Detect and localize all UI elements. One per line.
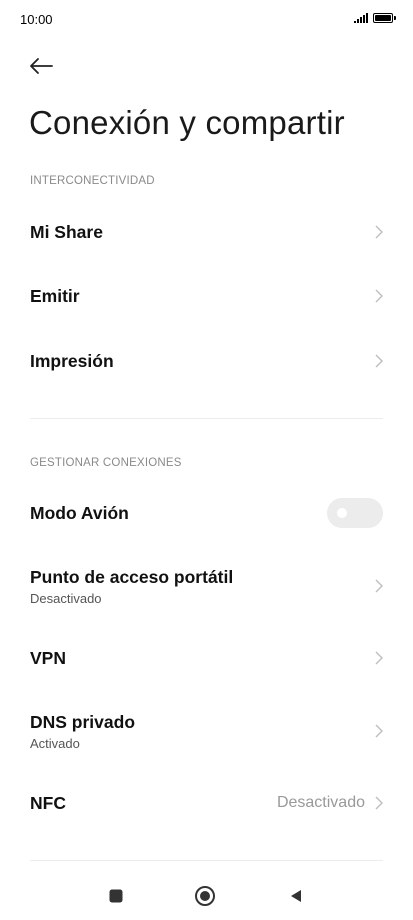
row-airplane-mode[interactable]: Modo Avión bbox=[0, 481, 413, 545]
signal-icon bbox=[354, 13, 368, 23]
chevron-right-icon bbox=[371, 224, 383, 240]
section-header-interconnectivity: INTERCONECTIVIDAD bbox=[30, 175, 155, 187]
chevron-right-icon bbox=[371, 723, 383, 739]
row-label: Impresión bbox=[30, 350, 114, 371]
row-label: VPN bbox=[30, 647, 66, 668]
row-nfc[interactable]: NFC Desactivado bbox=[0, 771, 413, 835]
row-vpn[interactable]: VPN bbox=[0, 626, 413, 690]
square-icon bbox=[109, 889, 123, 903]
chevron-right-icon bbox=[371, 795, 383, 811]
back-button[interactable] bbox=[28, 52, 58, 80]
circle-icon bbox=[195, 886, 215, 906]
battery-icon bbox=[373, 13, 396, 23]
nav-recents-button[interactable] bbox=[104, 884, 128, 908]
row-label: Modo Avión bbox=[30, 502, 129, 523]
nav-home-button[interactable] bbox=[193, 884, 217, 908]
row-label: Punto de acceso portátil bbox=[30, 566, 234, 587]
nav-back-button[interactable] bbox=[284, 884, 308, 908]
row-label: Emitir bbox=[30, 285, 80, 306]
row-label: NFC bbox=[30, 792, 66, 813]
airplane-mode-toggle[interactable] bbox=[327, 498, 383, 528]
chevron-right-icon bbox=[371, 288, 383, 304]
row-subtitle: Activado bbox=[30, 735, 80, 751]
navigation-bar bbox=[0, 872, 413, 920]
row-label: Mi Share bbox=[30, 221, 103, 242]
chevron-right-icon bbox=[371, 650, 383, 666]
status-time: 10:00 bbox=[20, 12, 53, 27]
chevron-right-icon bbox=[371, 353, 383, 369]
section-header-connections: GESTIONAR CONEXIONES bbox=[30, 457, 182, 469]
section-divider bbox=[30, 418, 383, 419]
section-divider bbox=[30, 860, 383, 861]
status-icons bbox=[354, 13, 396, 23]
arrow-left-icon bbox=[30, 58, 53, 74]
page-title: Conexión y compartir bbox=[29, 104, 345, 141]
toggle-knob bbox=[337, 508, 347, 518]
row-hotspot[interactable]: Punto de acceso portátil Desactivado bbox=[0, 554, 413, 618]
status-bar: 10:00 bbox=[0, 0, 413, 40]
triangle-back-icon bbox=[291, 890, 301, 902]
row-label: DNS privado bbox=[30, 711, 136, 732]
row-private-dns[interactable]: DNS privado Activado bbox=[0, 699, 413, 763]
row-emitir[interactable]: Emitir bbox=[0, 264, 413, 328]
row-impresion[interactable]: Impresión bbox=[0, 329, 413, 393]
row-subtitle: Desactivado bbox=[30, 590, 102, 606]
row-mi-share[interactable]: Mi Share bbox=[0, 200, 413, 264]
row-value: Desactivado bbox=[276, 794, 365, 811]
chevron-right-icon bbox=[371, 578, 383, 594]
